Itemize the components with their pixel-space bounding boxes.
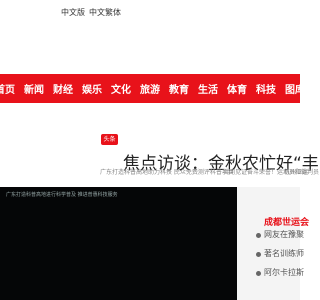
nav-item-gallery[interactable]: 图库 (285, 81, 300, 96)
bullet-icon (256, 233, 261, 238)
bullet-icon (256, 271, 261, 276)
bullet-icon (256, 252, 261, 257)
headline-sub-link[interactable]: 广东打造科普高地助力科技 民众免费测评科普项目 (100, 167, 234, 177)
nav-item-tech[interactable]: 科技 (256, 81, 276, 96)
lang-traditional-link[interactable]: 中文繁体 (89, 7, 121, 18)
nav-item-life[interactable]: 生活 (198, 81, 218, 96)
headline-sub-link[interactable]: 杭州亚运 (284, 167, 308, 177)
nav-item-entertainment[interactable]: 娱乐 (82, 81, 102, 96)
headline-badge: 头条 (101, 134, 118, 145)
sidebar-list-item[interactable]: 网友在豫聚 (264, 229, 304, 240)
sidebar-title[interactable]: 成都世运会 (264, 215, 309, 228)
nav-item-home[interactable]: 首页 (0, 81, 15, 96)
main-nav: 首页 新闻 财经 娱乐 文化 旅游 教育 生活 体育 科技 图库 法治 (0, 74, 300, 103)
top-bar: 中文版 中文繁体 (0, 0, 300, 28)
nav-item-travel[interactable]: 旅游 (140, 81, 160, 96)
nav-item-finance[interactable]: 财经 (53, 81, 73, 96)
nav-item-education[interactable]: 教育 (169, 81, 189, 96)
sidebar-panel (237, 187, 300, 300)
video-caption: 广东打造科普高地进行科学普及 推进普惠科技服务 (6, 192, 118, 198)
nav-item-sports[interactable]: 体育 (227, 81, 247, 96)
nav-item-culture[interactable]: 文化 (111, 81, 131, 96)
lang-simplified-link[interactable]: 中文版 (61, 7, 85, 18)
nav-item-news[interactable]: 新闻 (24, 81, 44, 96)
video-player[interactable]: 广东打造科普高地进行科学普及 推进普惠科技服务 (0, 187, 237, 300)
sidebar-list-item[interactable]: 阿尔卡拉斯 (264, 267, 304, 278)
sidebar-list-item[interactable]: 著名训练师 (264, 248, 304, 259)
